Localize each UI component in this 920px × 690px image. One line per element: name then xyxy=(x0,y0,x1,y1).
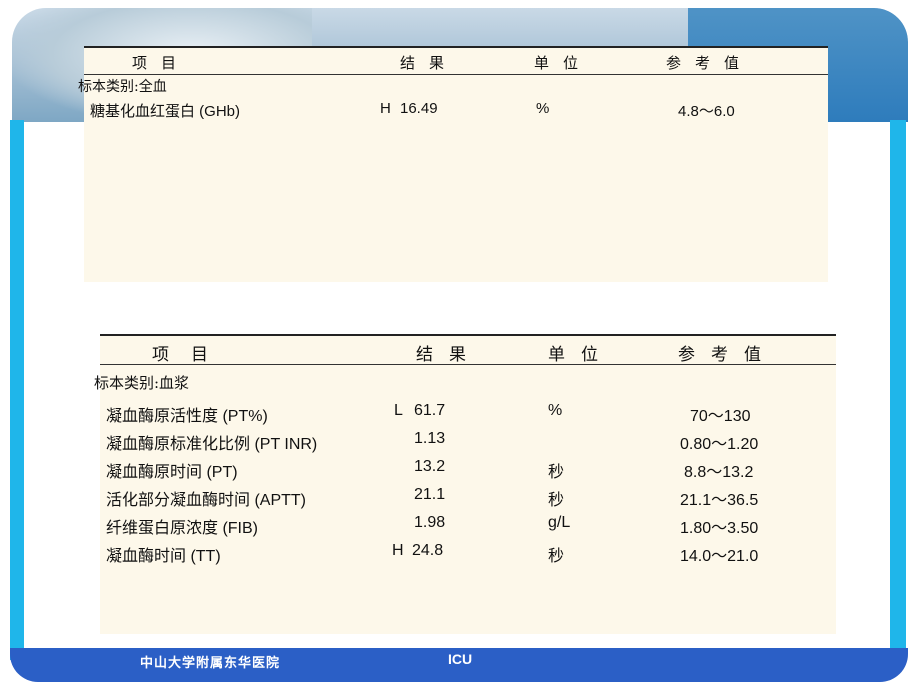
row-result: 24.8 xyxy=(412,542,444,559)
row-result: 21.1 xyxy=(414,486,446,503)
table-row: 凝血酶原时间 (PT) 13.2 秒 8.8～13.2 xyxy=(100,458,836,482)
row-unit: 秒 xyxy=(548,464,565,481)
table-row: 凝血酶时间 (TT) H 24.8 秒 14.0～21.0 xyxy=(100,542,836,566)
row-flag: H xyxy=(392,542,404,559)
header-unit: 单位 xyxy=(534,54,593,72)
footer-unit-label: ICU xyxy=(448,651,473,667)
row-reference: 0.80～1.20 xyxy=(680,436,759,453)
report-header-row: 项目 结果 单位 参考值 xyxy=(100,334,836,365)
row-unit: 秒 xyxy=(548,548,565,565)
footer-hospital-name: 中山大学附属东华医院 xyxy=(140,656,281,671)
row-result: 13.2 xyxy=(414,458,446,475)
row-flag: H xyxy=(380,100,391,117)
report-header-row: 项目 结果 单位 参考值 xyxy=(84,46,828,75)
row-item: 凝血酶原标准化比例 (PT INR) xyxy=(106,436,318,453)
lab-report-whole-blood: 项目 结果 单位 参考值 标本类别:全血 糖基化血红蛋白 (GHb) H 16.… xyxy=(78,46,828,282)
header-item: 项目 xyxy=(132,54,191,72)
lab-report-plasma: 项目 结果 单位 参考值 标本类别:血浆 凝血酶原活性度 (PT%) L 61.… xyxy=(94,334,836,634)
row-unit: 秒 xyxy=(548,492,565,509)
table-row: 糖基化血红蛋白 (GHb) H 16.49 % 4.8～6.0 xyxy=(84,100,828,124)
row-result: 1.98 xyxy=(414,514,446,531)
table-row: 凝血酶原活性度 (PT%) L 61.7 % 70～130 xyxy=(100,402,836,426)
row-item: 凝血酶时间 (TT) xyxy=(106,548,221,565)
row-result: 1.13 xyxy=(414,430,446,447)
row-unit: % xyxy=(536,100,550,117)
row-item: 纤维蛋白原浓度 (FIB) xyxy=(106,520,258,537)
header-reference: 参考值 xyxy=(666,54,754,72)
sample-type-label: 标本类别:全血 xyxy=(78,79,167,95)
header-result: 结果 xyxy=(416,345,482,365)
row-item: 糖基化血红蛋白 (GHb) xyxy=(90,103,241,120)
header-result: 结果 xyxy=(400,54,459,72)
left-accent-bar xyxy=(10,120,24,660)
table-row: 活化部分凝血酶时间 (APTT) 21.1 秒 21.1～36.5 xyxy=(100,486,836,510)
row-reference: 4.8～6.0 xyxy=(678,103,735,120)
sample-type-label: 标本类别:血浆 xyxy=(94,374,190,392)
header-item: 项目 xyxy=(152,345,230,365)
table-row: 纤维蛋白原浓度 (FIB) 1.98 g/L 1.80～3.50 xyxy=(100,514,836,538)
row-item: 活化部分凝血酶时间 (APTT) xyxy=(106,492,306,509)
row-result: 16.49 xyxy=(400,100,438,117)
table-row: 凝血酶原标准化比例 (PT INR) 1.13 0.80～1.20 xyxy=(100,430,836,454)
row-reference: 1.80～3.50 xyxy=(680,520,759,537)
row-item: 凝血酶原活性度 (PT%) xyxy=(106,408,268,425)
row-reference: 70～130 xyxy=(690,408,751,425)
row-reference: 8.8～13.2 xyxy=(684,464,754,481)
row-reference: 21.1～36.5 xyxy=(680,492,759,509)
row-reference: 14.0～21.0 xyxy=(680,548,759,565)
right-accent-bar xyxy=(890,120,906,660)
row-unit: % xyxy=(548,402,563,419)
header-unit: 单位 xyxy=(548,345,614,365)
row-flag: L xyxy=(394,402,403,419)
row-item: 凝血酶原时间 (PT) xyxy=(106,464,238,481)
row-result: 61.7 xyxy=(414,402,446,419)
header-reference: 参考值 xyxy=(678,345,777,365)
row-unit: g/L xyxy=(548,514,571,531)
